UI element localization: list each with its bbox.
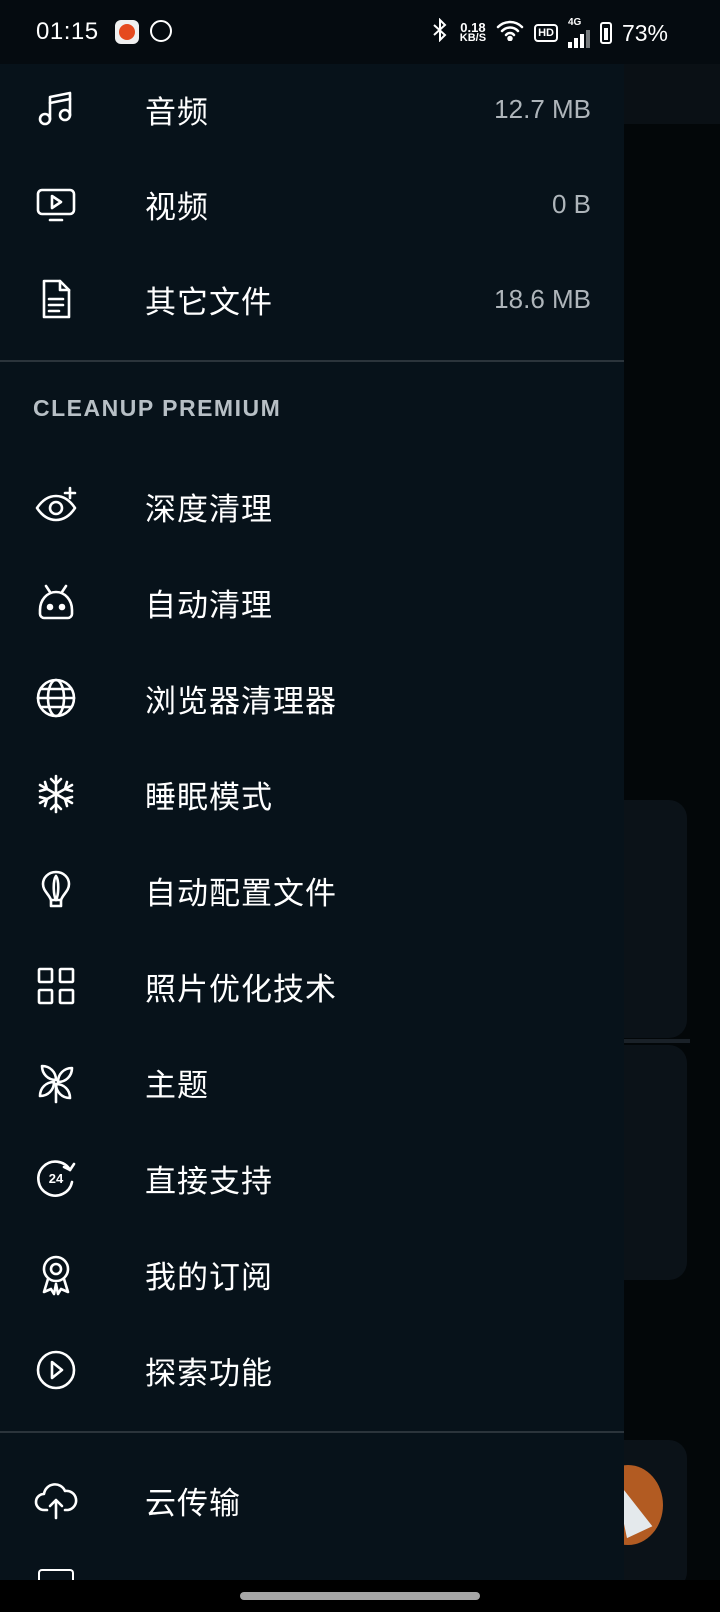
eye-plus-icon: [33, 483, 79, 529]
background-app-toolbar: [624, 64, 720, 124]
drawer-next-item-icon: [38, 1569, 74, 1580]
play-circle-icon: [33, 1347, 79, 1393]
drawer-item-label: 自动配置文件: [145, 875, 337, 912]
drawer-item-cloud-transfer[interactable]: 云传输: [0, 1455, 624, 1545]
drawer-item-sleep-mode[interactable]: 睡眠模式: [0, 749, 624, 839]
bluetooth-icon: [430, 17, 450, 48]
drawer-item-themes[interactable]: 主题: [0, 1037, 624, 1127]
drawer-item-label: 直接支持: [145, 1163, 273, 1200]
navigation-drawer: 音频 12.7 MB 视频 0 B 其它文件 18.6 MB CLEANUP P…: [0, 64, 624, 1580]
lightbulb-icon: [33, 867, 79, 913]
hd-voice-icon: HD: [534, 24, 558, 42]
svg-text:24: 24: [49, 1171, 64, 1186]
premium-section-header: CLEANUP PREMIUM: [33, 395, 282, 421]
drawer-item-auto-profiles[interactable]: 自动配置文件: [0, 845, 624, 935]
drawer-item-photo-optimizer[interactable]: 照片优化技术: [0, 941, 624, 1031]
storage-size: 18.6 MB: [494, 283, 591, 314]
drawer-item-label: 视频: [145, 189, 209, 226]
drawer-item-label: 照片优化技术: [145, 971, 337, 1008]
drawer-item-label: 音频: [145, 94, 209, 131]
storage-size: 0 B: [551, 188, 591, 219]
battery-icon: [599, 22, 612, 44]
wifi-icon: [496, 19, 524, 47]
drawer-item-direct-support[interactable]: 24 直接支持: [0, 1133, 624, 1223]
pinwheel-icon: [33, 1059, 79, 1105]
drawer-item-label: 浏览器清理器: [145, 683, 337, 720]
status-bar: 01:15 0.18 KB/S HD 4G 73%: [0, 0, 720, 64]
battery-percent: 73%: [621, 19, 668, 46]
video-play-icon: [33, 181, 79, 227]
network-speed: 0.18 KB/S: [459, 20, 487, 44]
notification-disabled-icon: [150, 20, 172, 42]
drawer-item-deep-clean[interactable]: 深度清理: [0, 461, 624, 551]
drawer-item-label: 主题: [145, 1067, 209, 1104]
music-note-icon: [33, 86, 79, 132]
badge-icon: [33, 1251, 79, 1297]
globe-icon: [33, 675, 79, 721]
drawer-item-explore-features[interactable]: 探索功能: [0, 1325, 624, 1415]
cloud-upload-icon: [33, 1477, 79, 1523]
signal-icon: 4G: [567, 18, 590, 48]
drawer-item-browser-cleaner[interactable]: 浏览器清理器: [0, 653, 624, 743]
drawer-item-label: 我的订阅: [145, 1259, 273, 1296]
document-icon: [33, 276, 79, 322]
section-divider: [0, 360, 624, 362]
drawer-item-label: 云传输: [145, 1485, 241, 1522]
home-gesture-handle[interactable]: [240, 1592, 480, 1600]
drawer-item-label: 探索功能: [145, 1355, 273, 1392]
section-divider: [0, 1431, 624, 1433]
drawer-item-auto-clean[interactable]: 自动清理: [0, 557, 624, 647]
drawer-item-other-files[interactable]: 其它文件 18.6 MB: [0, 254, 624, 344]
drawer-item-audio[interactable]: 音频 12.7 MB: [0, 64, 624, 154]
grid-icon: [33, 963, 79, 1009]
drawer-item-label: 自动清理: [145, 587, 273, 624]
drawer-item-label: 睡眠模式: [145, 779, 273, 816]
drawer-item-video[interactable]: 视频 0 B: [0, 159, 624, 249]
status-time: 01:15: [36, 18, 99, 45]
drawer-item-label: 其它文件: [145, 284, 273, 321]
system-navigation-bar: [0, 1580, 720, 1612]
support-24-icon: 24: [33, 1155, 79, 1201]
storage-size: 12.7 MB: [494, 93, 591, 124]
robot-icon: [33, 579, 79, 625]
drawer-item-label: 深度清理: [145, 491, 273, 528]
notification-app-icon: [115, 20, 139, 44]
snowflake-icon: [33, 771, 79, 817]
drawer-item-my-subscription[interactable]: 我的订阅: [0, 1229, 624, 1319]
